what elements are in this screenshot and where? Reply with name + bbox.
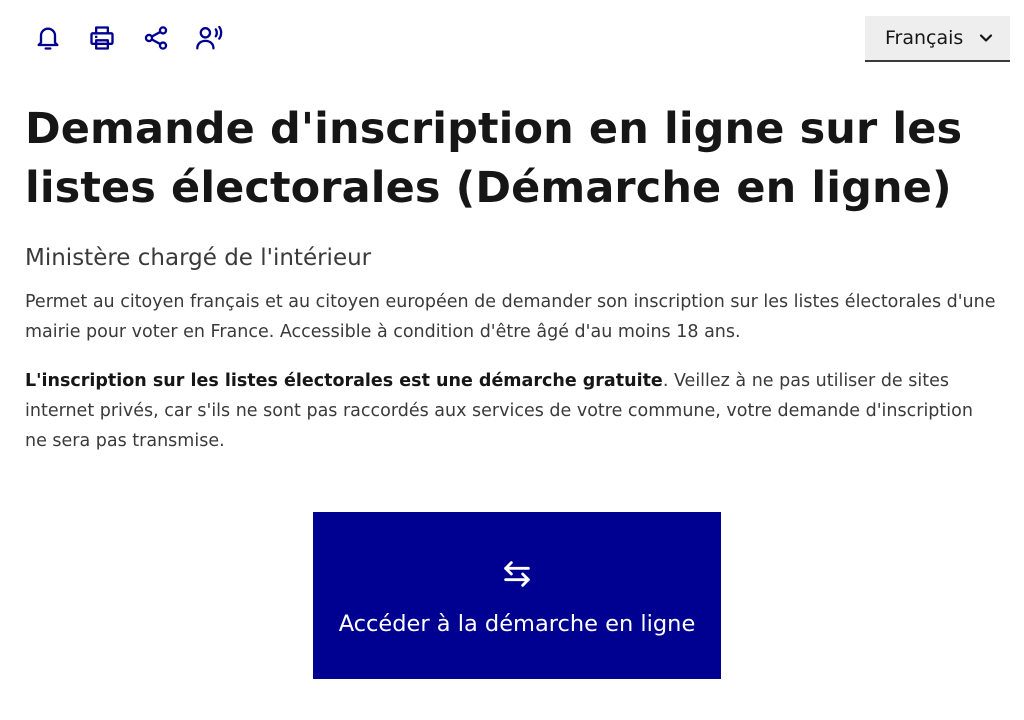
read-aloud-icon — [196, 25, 223, 50]
cta-label: Accéder à la démarche en ligne — [338, 610, 696, 637]
swap-arrows-icon — [504, 560, 530, 587]
language-select[interactable]: Français — [865, 16, 1010, 62]
read-aloud-button[interactable] — [194, 22, 226, 54]
notifications-button[interactable] — [32, 22, 64, 54]
page: Français Demande d'inscription en ligne … — [0, 0, 1024, 720]
service-description: Permet au citoyen français et au citoyen… — [25, 292, 996, 342]
share-icon — [144, 26, 168, 50]
notice-bold-text: L'inscription sur les listes électorales… — [25, 371, 663, 391]
free-service-notice: L'inscription sur les listes électorales… — [25, 366, 985, 456]
access-online-service-button[interactable]: Accéder à la démarche en ligne — [313, 512, 721, 679]
language-select-value: Français — [885, 27, 964, 49]
ministry-name: Ministère chargé de l'intérieur — [25, 245, 372, 271]
print-icon — [90, 26, 114, 50]
page-title: Demande d'inscription en ligne sur les l… — [25, 104, 963, 213]
print-button[interactable] — [86, 22, 118, 54]
toolbar — [32, 22, 226, 54]
chevron-down-icon — [979, 34, 993, 42]
share-button[interactable] — [140, 22, 172, 54]
bell-icon — [37, 27, 59, 50]
